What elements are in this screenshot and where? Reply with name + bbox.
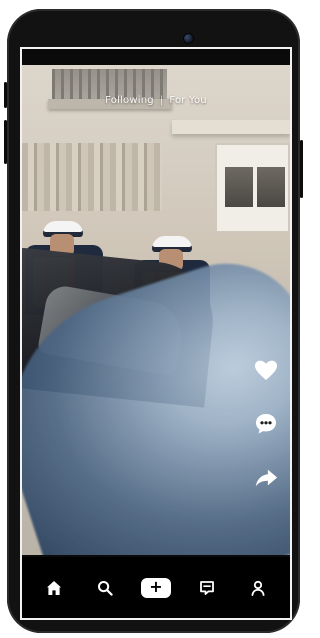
heart-icon[interactable] bbox=[253, 357, 279, 383]
page: Following | For You + bbox=[0, 0, 308, 638]
tab-following[interactable]: Following bbox=[105, 95, 154, 106]
create-button[interactable]: + bbox=[140, 572, 172, 604]
power-button bbox=[300, 140, 303, 198]
share-icon[interactable] bbox=[253, 465, 279, 491]
video-feed[interactable]: Following | For You bbox=[22, 65, 290, 555]
inbox-icon[interactable] bbox=[191, 572, 223, 604]
building-ledge bbox=[172, 120, 290, 134]
comment-icon[interactable] bbox=[253, 411, 279, 437]
tab-for-you[interactable]: For You bbox=[169, 95, 206, 106]
search-icon[interactable] bbox=[89, 572, 121, 604]
tab-separator: | bbox=[159, 94, 164, 106]
create-plus: + bbox=[149, 577, 163, 596]
window-pane bbox=[257, 167, 285, 207]
plus-icon: + bbox=[140, 577, 171, 598]
building-window bbox=[215, 143, 290, 233]
app-screen: Following | For You + bbox=[20, 47, 292, 620]
video-actions bbox=[250, 357, 282, 491]
bottom-nav: + bbox=[22, 557, 290, 618]
front-camera bbox=[184, 34, 193, 43]
feed-tabs: Following | For You bbox=[22, 91, 290, 109]
home-icon[interactable] bbox=[38, 572, 70, 604]
profile-icon[interactable] bbox=[242, 572, 274, 604]
stone-relief bbox=[22, 143, 162, 211]
window-pane bbox=[225, 167, 253, 207]
